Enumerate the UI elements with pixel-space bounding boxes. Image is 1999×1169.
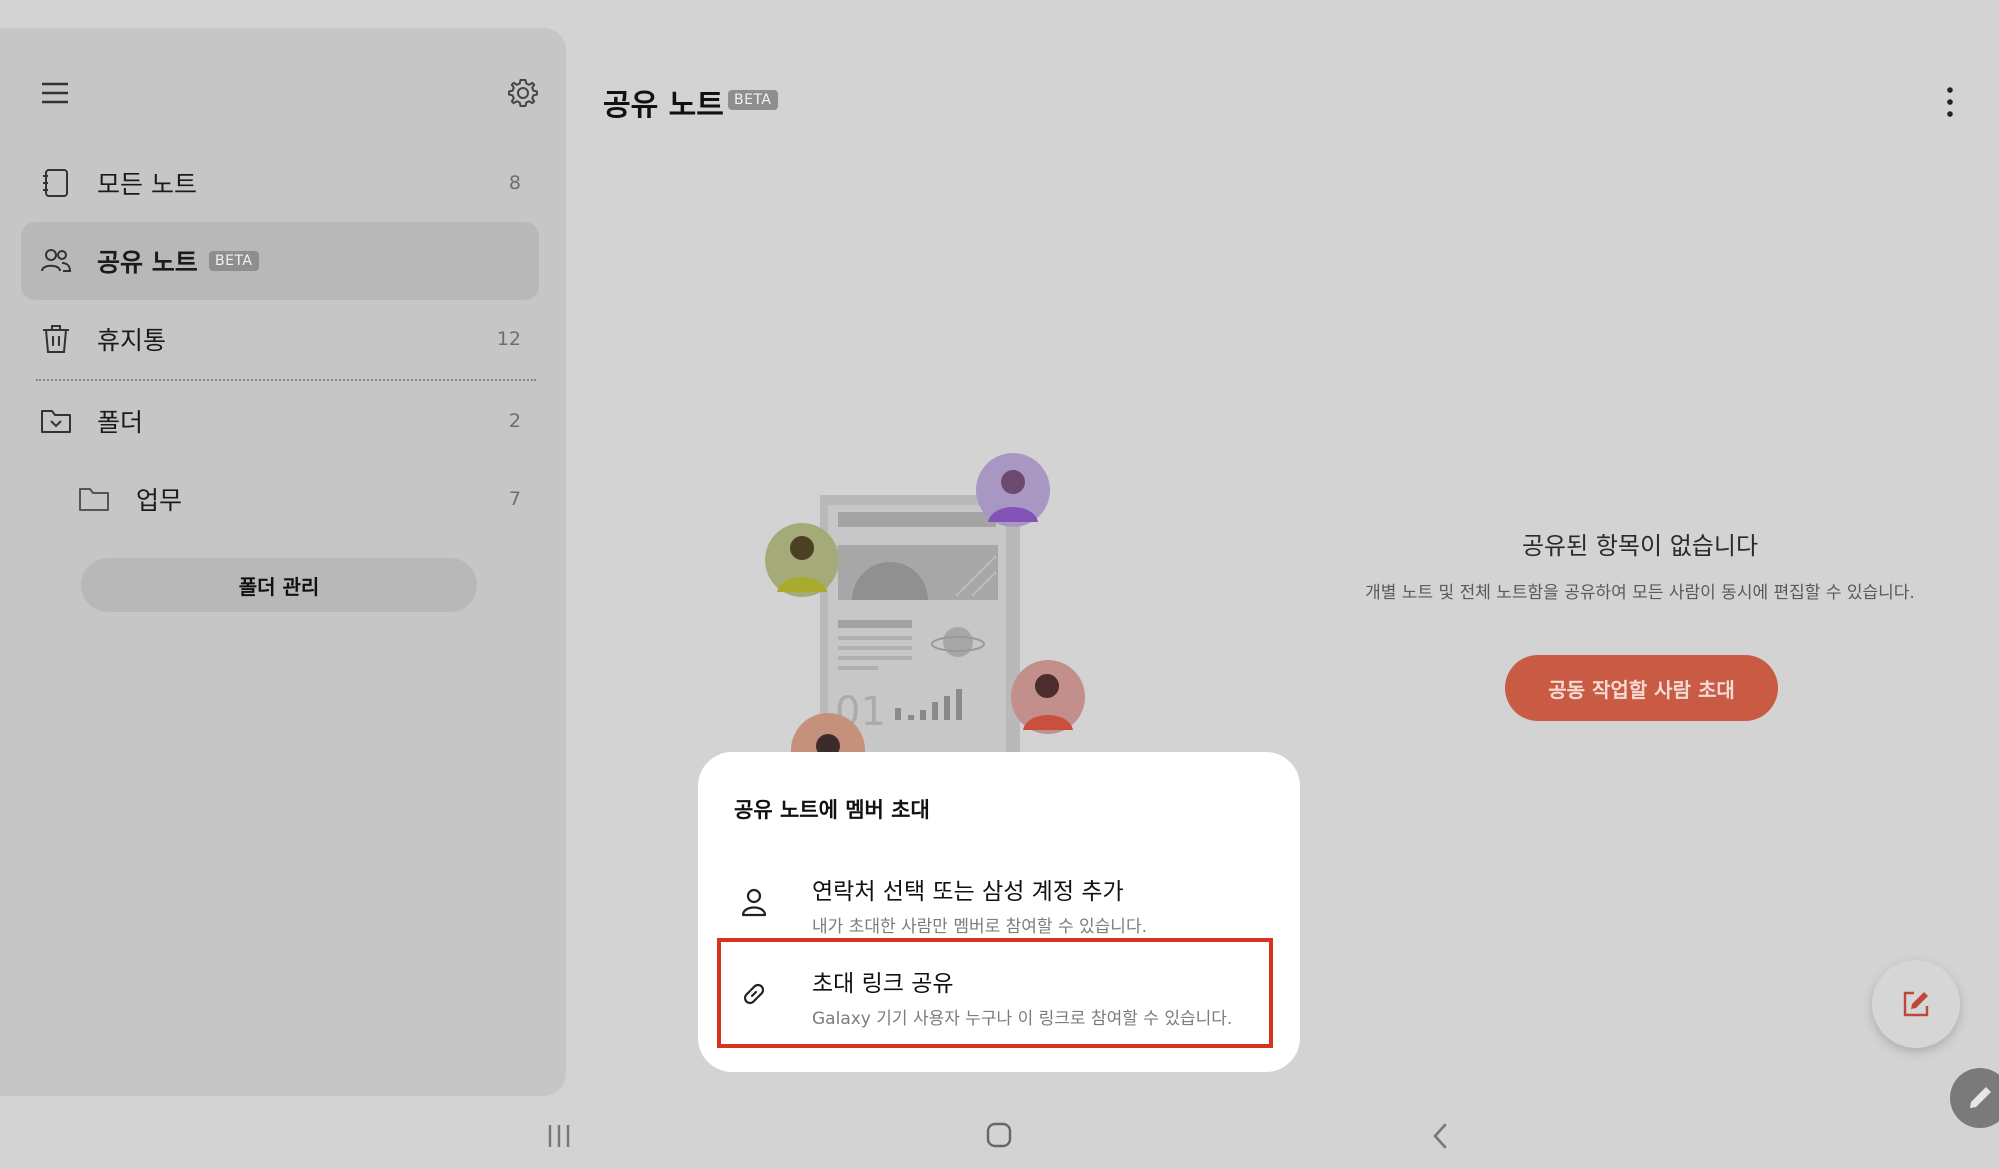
popup-title: 공유 노트에 멤버 초대	[734, 798, 930, 822]
sidebar-item-count: 7	[508, 488, 521, 510]
sidebar-item-folder-work[interactable]: 업무 7	[21, 460, 539, 538]
empty-state-description: 개별 노트 및 전체 노트함을 공유하여 모든 사람이 동시에 편집할 수 있습…	[1365, 583, 1915, 603]
sidebar-item-label: 공유 노트	[97, 248, 198, 277]
person-icon	[741, 888, 767, 917]
empty-state-title: 공유된 항목이 없습니다	[1521, 532, 1759, 560]
back-icon[interactable]	[1430, 1122, 1450, 1150]
page-title: 공유 노트	[603, 88, 724, 123]
beta-badge: BETA	[209, 251, 259, 271]
notebook-icon	[43, 169, 68, 197]
sidebar-item-all-notes[interactable]: 모든 노트 8	[21, 144, 539, 222]
shared-notes-illustration: 01	[765, 453, 1085, 770]
invite-members-popup: 공유 노트에 멤버 초대 연락처 선택 또는 삼성 계정 추가 내가 초대한 사…	[698, 752, 1300, 1072]
sidebar-divider	[36, 379, 536, 381]
sidebar-item-label: 모든 노트	[97, 170, 197, 199]
sidebar-item-count: 12	[496, 328, 521, 350]
sidebar-item-label: 업무	[136, 486, 183, 515]
new-note-fab[interactable]	[1872, 960, 1960, 1048]
pen-fab[interactable]	[1950, 1068, 1999, 1128]
manage-folders-button[interactable]: 폴더 관리	[81, 558, 477, 612]
sidebar-item-trash[interactable]: 휴지통 12	[21, 300, 539, 378]
menu-icon[interactable]	[40, 78, 70, 108]
sidebar-item-shared-notes[interactable]: 공유 노트 BETA	[21, 222, 539, 300]
sidebar: 모든 노트 8 공유 노트 BETA 휴지통 12 폴더 2 업무 7 폴더 관…	[0, 28, 566, 1096]
option-description: 내가 초대한 사람만 멤버로 참여할 수 있습니다.	[812, 917, 1147, 937]
sidebar-item-label: 폴더	[97, 408, 144, 437]
folder-icon	[79, 488, 109, 511]
sidebar-item-count: 2	[508, 410, 521, 432]
settings-gear-icon[interactable]	[506, 76, 540, 110]
folder-chevron-icon	[41, 410, 71, 433]
recents-icon[interactable]	[544, 1122, 574, 1150]
compose-icon	[1903, 991, 1929, 1017]
highlight-box	[717, 938, 1273, 1048]
people-icon	[41, 249, 72, 272]
beta-badge: BETA	[728, 90, 778, 110]
invite-collaborators-button[interactable]: 공동 작업할 사람 초대	[1505, 655, 1778, 721]
home-icon[interactable]	[985, 1121, 1013, 1149]
sidebar-item-label: 휴지통	[97, 326, 167, 355]
sidebar-item-folders[interactable]: 폴더 2	[21, 382, 539, 460]
option-title: 연락처 선택 또는 삼성 계정 추가	[812, 879, 1124, 905]
more-options-icon[interactable]	[1938, 84, 1962, 120]
pen-icon	[1970, 1087, 1991, 1108]
sidebar-item-count: 8	[508, 172, 521, 194]
trash-icon	[43, 325, 69, 353]
